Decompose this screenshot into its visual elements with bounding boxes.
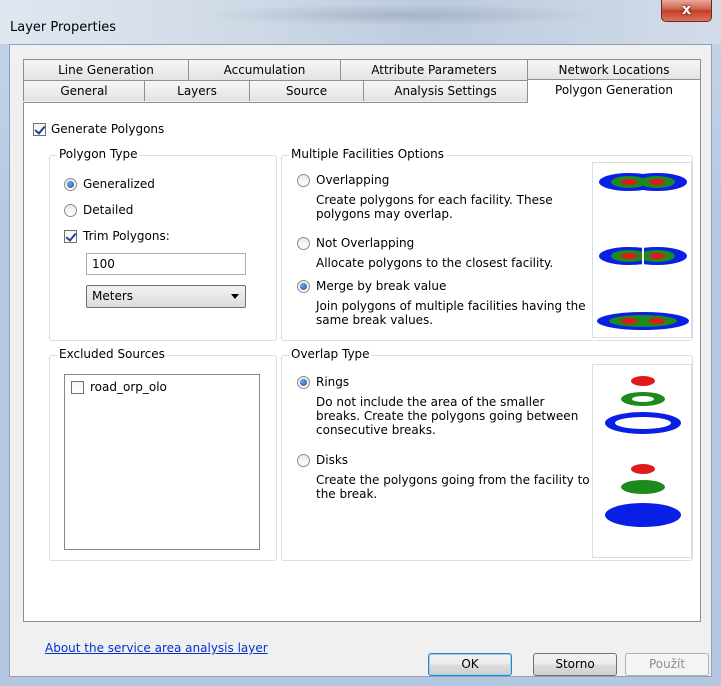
not-overlapping-label[interactable]: Not Overlapping xyxy=(316,236,414,250)
tab-source[interactable]: Source xyxy=(249,80,364,101)
road-orp-olo-label[interactable]: road_orp_olo xyxy=(90,380,167,394)
close-button[interactable]: x xyxy=(661,0,712,22)
overlapping-radio[interactable] xyxy=(297,174,310,187)
trim-polygons-checkbox[interactable] xyxy=(64,230,77,243)
rings-label[interactable]: Rings xyxy=(316,375,349,389)
ok-button[interactable]: OK xyxy=(428,653,512,676)
tab-line-generation[interactable]: Line Generation xyxy=(23,59,189,80)
road-orp-olo-checkbox[interactable] xyxy=(71,381,84,394)
tab-network-locations[interactable]: Network Locations xyxy=(527,59,701,80)
excluded-sources-group: Excluded Sources road_orp_olo xyxy=(49,347,277,561)
overlap-type-preview xyxy=(592,364,692,558)
disks-radio[interactable] xyxy=(297,454,310,467)
about-service-area-link[interactable]: About the service area analysis layer xyxy=(45,641,268,655)
merge-by-break-radio[interactable] xyxy=(297,280,310,293)
overlapping-description: Create polygons for each facility. These… xyxy=(316,193,553,221)
detailed-radio[interactable] xyxy=(64,204,77,217)
multiple-facilities-group: Multiple Facilities Options Overlapping … xyxy=(281,147,693,341)
detailed-label[interactable]: Detailed xyxy=(83,203,133,217)
disks-description: Create the polygons going from the facil… xyxy=(316,473,590,501)
overlapping-diagram-icon xyxy=(599,173,687,191)
tab-layers[interactable]: Layers xyxy=(144,80,250,101)
trim-distance-input[interactable]: 100 xyxy=(86,253,246,275)
tab-analysis-settings[interactable]: Analysis Settings xyxy=(363,80,528,101)
disks-label[interactable]: Disks xyxy=(316,453,348,467)
overlapping-label[interactable]: Overlapping xyxy=(316,173,389,187)
polygon-type-group: Polygon Type Generalized Detailed Trim P… xyxy=(49,147,277,341)
polygon-type-title: Polygon Type xyxy=(57,147,140,161)
chevron-down-icon xyxy=(231,294,239,299)
title-bar[interactable]: Layer Properties x xyxy=(0,0,721,44)
excluded-sources-title: Excluded Sources xyxy=(57,347,167,361)
not-overlapping-description: Allocate polygons to the closest facilit… xyxy=(316,256,554,270)
generate-polygons-label[interactable]: Generate Polygons xyxy=(51,122,164,136)
layer-properties-window: Layer Properties x Line Generation Accum… xyxy=(0,0,721,686)
units-select[interactable]: Meters xyxy=(86,285,246,308)
merge-diagram-icon xyxy=(597,312,689,330)
overlap-type-group: Overlap Type Rings Do not include the ar… xyxy=(281,347,693,561)
polygon-generation-panel: Generate Polygons Polygon Type Generaliz… xyxy=(23,102,701,655)
merge-by-break-label[interactable]: Merge by break value xyxy=(316,279,446,293)
rings-diagram-icon xyxy=(605,376,681,434)
tab-attribute-parameters[interactable]: Attribute Parameters xyxy=(340,59,528,80)
rings-radio[interactable] xyxy=(297,376,310,389)
trim-polygons-label[interactable]: Trim Polygons: xyxy=(83,229,170,243)
window-title: Layer Properties xyxy=(10,20,117,35)
multiple-facilities-preview xyxy=(592,162,692,338)
overlap-type-title: Overlap Type xyxy=(289,347,372,361)
not-overlapping-radio[interactable] xyxy=(297,237,310,250)
rings-description: Do not include the area of the smaller b… xyxy=(316,395,579,437)
cancel-button[interactable]: Storno xyxy=(533,653,617,676)
tab-general[interactable]: General xyxy=(23,80,145,101)
excluded-sources-list[interactable]: road_orp_olo xyxy=(64,374,260,550)
dialog-client-area: Line Generation Accumulation Attribute P… xyxy=(9,44,712,677)
generalized-radio[interactable] xyxy=(64,178,77,191)
generate-polygons-checkbox[interactable] xyxy=(33,123,46,136)
merge-by-break-description: Join polygons of multiple facilities hav… xyxy=(316,299,586,327)
tab-accumulation[interactable]: Accumulation xyxy=(188,59,341,80)
not-overlapping-diagram-icon xyxy=(599,246,687,266)
multiple-facilities-title: Multiple Facilities Options xyxy=(289,147,447,161)
apply-button[interactable]: Použít xyxy=(625,653,709,676)
units-value: Meters xyxy=(92,289,134,303)
tab-polygon-generation[interactable]: Polygon Generation xyxy=(527,79,701,103)
disks-diagram-icon xyxy=(605,464,681,527)
generalized-label[interactable]: Generalized xyxy=(83,177,155,191)
